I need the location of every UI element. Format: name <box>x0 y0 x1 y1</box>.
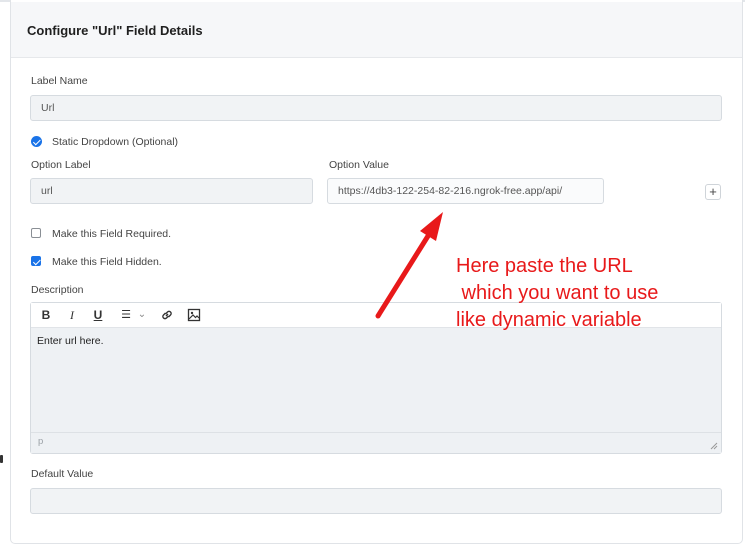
annotation-text: Here paste the URL which you want to use… <box>456 255 659 331</box>
